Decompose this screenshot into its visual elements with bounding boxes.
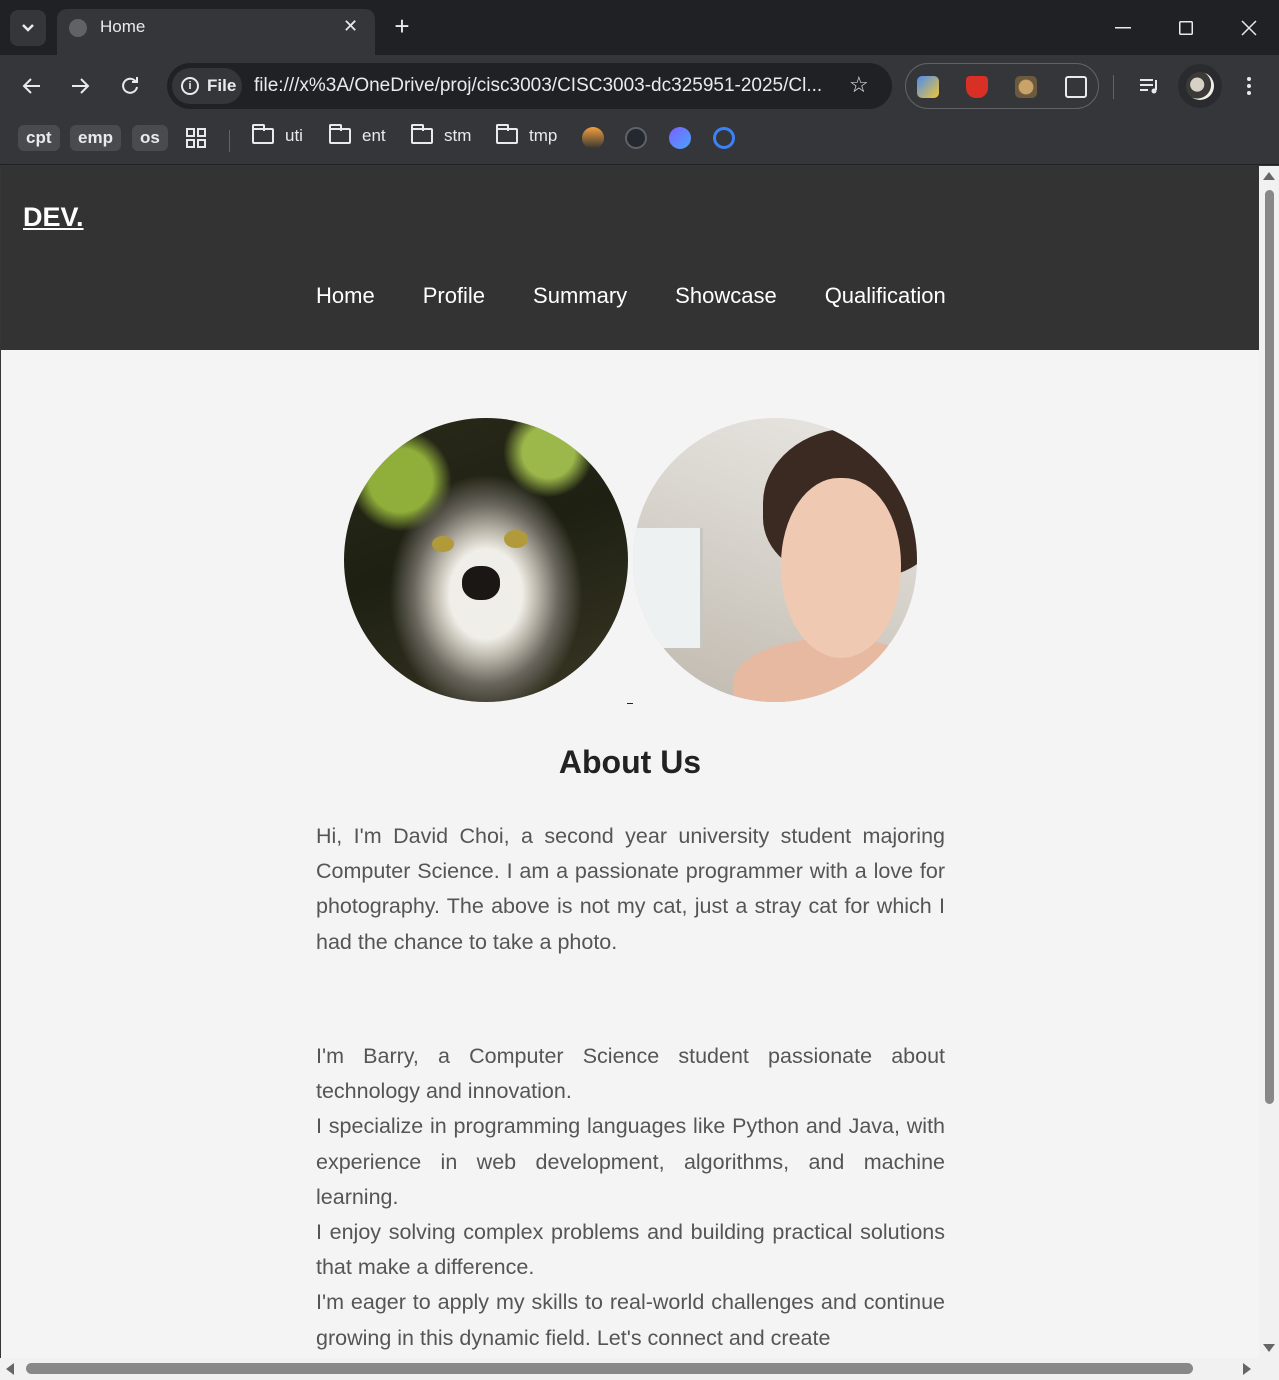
bookmark-stack-icon[interactable] bbox=[582, 127, 604, 149]
media-icon bbox=[1140, 79, 1157, 94]
back-button[interactable] bbox=[15, 69, 49, 103]
cat-nose bbox=[462, 566, 500, 600]
scroll-left-arrow-icon[interactable] bbox=[6, 1363, 14, 1375]
info-icon: i bbox=[181, 77, 199, 95]
vertical-scroll-thumb[interactable] bbox=[1265, 190, 1274, 1104]
minimize-button[interactable] bbox=[1091, 0, 1154, 55]
image-link[interactable] bbox=[627, 703, 633, 704]
tab-home[interactable]: Home ✕ bbox=[57, 9, 375, 55]
tab-title: Home bbox=[100, 17, 146, 36]
folder-label: tmp bbox=[529, 126, 558, 145]
menu-button[interactable] bbox=[1232, 69, 1266, 103]
avatar-image bbox=[1186, 72, 1214, 100]
scroll-right-arrow-icon[interactable] bbox=[1243, 1363, 1251, 1375]
bookmark-folder[interactable]: ent bbox=[329, 124, 386, 146]
close-icon[interactable]: ✕ bbox=[343, 16, 358, 37]
bookmark-folder[interactable]: uti bbox=[252, 124, 303, 146]
bookmark-chip[interactable]: os bbox=[132, 125, 168, 151]
nav-showcase[interactable]: Showcase bbox=[675, 283, 777, 309]
about-barry-line: I enjoy solving complex problems and bui… bbox=[316, 1220, 945, 1280]
extension-shield-icon[interactable] bbox=[966, 76, 988, 98]
back-icon bbox=[22, 78, 40, 94]
extensions-area bbox=[905, 63, 1099, 109]
github-icon[interactable] bbox=[625, 127, 647, 149]
browser-window: Home ✕ + i File file:///x%3A/OneDrive/pr… bbox=[0, 0, 1279, 1380]
toolbar-separator bbox=[1113, 75, 1114, 99]
globe-icon bbox=[69, 19, 87, 37]
bookmark-chip[interactable]: emp bbox=[70, 125, 121, 151]
bookmark-separator bbox=[229, 130, 230, 152]
more-icon bbox=[1247, 77, 1251, 95]
horizontal-scrollbar[interactable] bbox=[0, 1358, 1259, 1380]
bookmark-folder[interactable]: tmp bbox=[496, 124, 558, 146]
nav-home[interactable]: Home bbox=[316, 283, 375, 309]
site-header: DEV. Home Profile Summary Showcase Quali… bbox=[1, 166, 1259, 350]
about-title: About Us bbox=[558, 744, 702, 780]
scroll-up-arrow-icon[interactable] bbox=[1263, 172, 1275, 180]
apps-grid-icon[interactable] bbox=[186, 128, 206, 148]
tab-search-button[interactable] bbox=[10, 10, 46, 46]
bookmark-bird-icon[interactable] bbox=[669, 127, 691, 149]
page-viewport: DEV. Home Profile Summary Showcase Quali… bbox=[1, 166, 1259, 1358]
profile-avatar[interactable] bbox=[1178, 64, 1222, 108]
bookmarks-bar: cpt emp os uti ent stm tmp bbox=[0, 118, 1279, 165]
horizontal-scroll-thumb[interactable] bbox=[26, 1363, 1193, 1374]
scrollbar-corner bbox=[1259, 1358, 1279, 1380]
site-nav: Home Profile Summary Showcase Qualificat… bbox=[316, 283, 994, 309]
nav-profile[interactable]: Profile bbox=[423, 283, 485, 309]
chevron-down-icon bbox=[22, 24, 34, 32]
forward-icon bbox=[72, 78, 90, 94]
vertical-scrollbar[interactable] bbox=[1259, 166, 1279, 1358]
site-logo[interactable]: DEV. bbox=[23, 202, 84, 233]
reload-icon bbox=[122, 77, 138, 94]
folder-label: uti bbox=[285, 126, 303, 145]
cat-eye bbox=[432, 536, 454, 552]
close-window-button[interactable] bbox=[1217, 0, 1279, 55]
about-barry-line: I specialize in programming languages li… bbox=[316, 1114, 945, 1209]
photo-face bbox=[781, 478, 901, 658]
bookmark-check-icon[interactable] bbox=[713, 127, 735, 149]
site-info-chip[interactable]: i File bbox=[172, 68, 242, 104]
folder-label: stm bbox=[444, 126, 472, 145]
folder-icon bbox=[252, 124, 274, 144]
folder-icon bbox=[329, 124, 351, 144]
reload-button[interactable] bbox=[113, 69, 147, 103]
bookmark-chip[interactable]: cpt bbox=[18, 125, 60, 151]
maximize-icon bbox=[1178, 20, 1193, 35]
folder-icon bbox=[411, 124, 433, 144]
about-barry-line: I'm Barry, a Computer Science student pa… bbox=[316, 1044, 945, 1104]
bookmark-folder[interactable]: stm bbox=[411, 124, 472, 146]
minimize-icon bbox=[1114, 26, 1131, 28]
url-text[interactable]: file:///x%3A/OneDrive/proj/cisc3003/CISC… bbox=[254, 75, 822, 97]
folder-label: ent bbox=[362, 126, 386, 145]
photo-window bbox=[633, 528, 703, 648]
extension-pencil-icon[interactable] bbox=[917, 76, 939, 98]
scroll-down-arrow-icon[interactable] bbox=[1263, 1344, 1275, 1352]
new-tab-button[interactable]: + bbox=[386, 11, 418, 43]
profile-photo bbox=[633, 418, 917, 702]
about-david-paragraph: Hi, I'm David Choi, a second year univer… bbox=[316, 824, 945, 954]
extension-glasses-icon[interactable] bbox=[1015, 76, 1037, 98]
about-barry-line: I'm eager to apply my skills to real-wor… bbox=[316, 1290, 945, 1350]
media-control-button[interactable] bbox=[1133, 69, 1167, 103]
site-info-label: File bbox=[207, 76, 237, 95]
forward-button[interactable] bbox=[63, 69, 97, 103]
nav-qualification[interactable]: Qualification bbox=[825, 283, 946, 309]
close-icon bbox=[1240, 19, 1257, 36]
toolbar: i File file:///x%3A/OneDrive/proj/cisc30… bbox=[0, 55, 1279, 118]
about-barry-section: I'm Barry, a Computer Science student pa… bbox=[316, 1039, 945, 1356]
cat-photo bbox=[344, 418, 628, 702]
cat-eye bbox=[504, 530, 528, 548]
star-icon[interactable]: ☆ bbox=[849, 72, 869, 98]
nav-summary[interactable]: Summary bbox=[533, 283, 627, 309]
extensions-icon[interactable] bbox=[1065, 76, 1087, 98]
address-bar[interactable]: i File file:///x%3A/OneDrive/proj/cisc30… bbox=[167, 63, 892, 109]
maximize-button[interactable] bbox=[1154, 0, 1217, 55]
tab-strip: Home ✕ + bbox=[0, 0, 1279, 55]
folder-icon bbox=[496, 124, 518, 144]
